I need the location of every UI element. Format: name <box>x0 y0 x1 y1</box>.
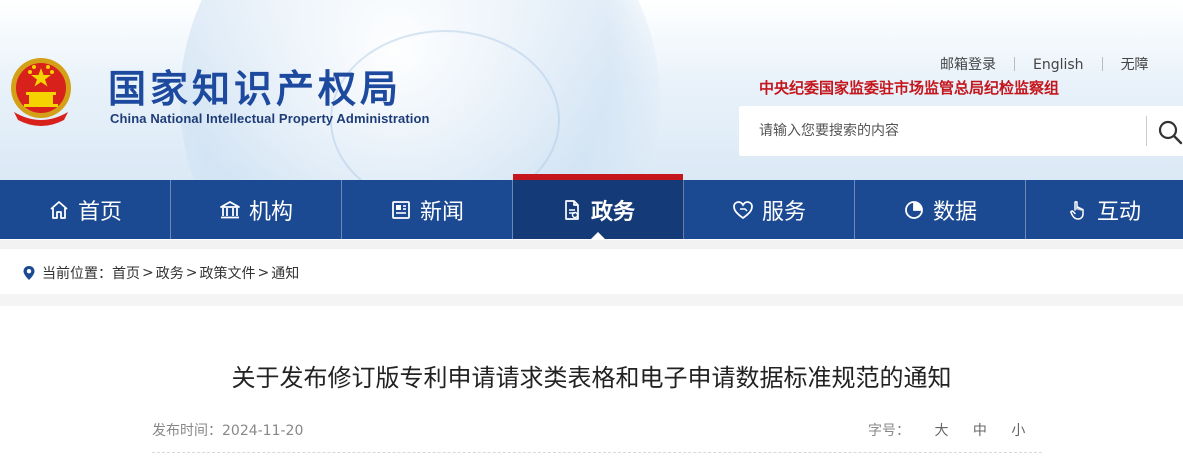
home-icon <box>50 200 68 219</box>
search-divider <box>1146 116 1147 146</box>
site-logo-chinese[interactable]: 国家知识产权局 <box>108 58 402 113</box>
article-title: 关于发布修订版专利申请请求类表格和电子申请数据标准规范的通知 <box>231 364 952 392</box>
breadcrumb-item-government-affairs[interactable]: 政务 <box>156 263 184 283</box>
search-input[interactable] <box>739 106 1144 156</box>
top-links: 邮箱登录 English 无障 <box>940 54 1149 74</box>
nav-label: 首页 <box>77 199 122 225</box>
english-link[interactable]: English <box>1033 57 1084 73</box>
font-size-controls: 字号： 大 中 小 <box>868 420 1025 440</box>
breadcrumb-prefix: 当前位置： <box>42 266 112 282</box>
link-divider <box>1014 57 1015 71</box>
nav-item-news[interactable]: 新闻 <box>342 180 513 239</box>
breadcrumb-separator: > <box>142 265 154 281</box>
search-icon[interactable] <box>1155 117 1183 147</box>
breadcrumb-bar: 当前位置： 首页 > 政务 > 政策文件 > 通知 <box>0 240 1183 294</box>
institution-icon <box>220 200 240 218</box>
nav-label: 互动 <box>1096 199 1141 225</box>
news-icon <box>392 200 410 219</box>
font-size-medium-button[interactable]: 中 <box>973 423 987 439</box>
discipline-inspection-link[interactable]: 中央纪委国家监委驻市场监管总局纪检监察组 <box>759 77 1059 98</box>
breadcrumb-top-strip <box>0 240 1183 249</box>
meta-divider <box>152 452 1042 453</box>
breadcrumb-item-notices[interactable]: 通知 <box>271 263 299 283</box>
nav-item-data[interactable]: 数据 <box>855 180 1026 239</box>
page-gap <box>0 294 1183 306</box>
nav-item-institution[interactable]: 机构 <box>171 180 342 239</box>
font-size-small-button[interactable]: 小 <box>1011 423 1025 439</box>
nav-label: 服务 <box>761 199 806 225</box>
breadcrumb-item-home[interactable]: 首页 <box>112 263 140 283</box>
accessibility-link[interactable]: 无障 <box>1121 57 1149 73</box>
location-pin-icon <box>23 266 35 280</box>
breadcrumb-item-policy-documents[interactable]: 政策文件 <box>199 263 255 283</box>
nav-item-government-affairs[interactable]: 政务 <box>513 174 684 239</box>
nav-label: 数据 <box>932 199 977 225</box>
link-divider <box>1101 57 1103 71</box>
email-login-link[interactable]: 邮箱登录 <box>940 57 996 73</box>
nav-label: 机构 <box>248 199 293 225</box>
document-icon <box>565 199 579 220</box>
site-header: 国家知识产权局 China National Intellectual Prop… <box>0 0 1183 180</box>
nav-label: 新闻 <box>419 199 464 225</box>
nav-item-service[interactable]: 服务 <box>684 180 855 239</box>
nav-label: 政务 <box>590 199 635 225</box>
hand-pointer-icon <box>1070 200 1084 220</box>
service-icon <box>733 200 753 219</box>
font-size-large-button[interactable]: 大 <box>934 423 948 439</box>
breadcrumb-separator: > <box>257 265 270 281</box>
main-nav: 首页 机构 新闻 政务 服务 数据 互动 <box>0 174 1183 239</box>
search-box <box>739 106 1183 156</box>
nav-item-home[interactable]: 首页 <box>0 180 171 239</box>
breadcrumb-separator: > <box>185 265 198 281</box>
pie-chart-icon <box>905 200 923 219</box>
publish-date: 发布时间：2024-11-20 <box>152 423 304 439</box>
breadcrumb: 当前位置： 首页 > 政务 > 政策文件 > 通知 <box>22 263 299 283</box>
site-logo-english[interactable]: China National Intellectual Property Adm… <box>110 111 430 126</box>
nav-item-interaction[interactable]: 互动 <box>1026 180 1182 239</box>
national-emblem-icon <box>11 58 71 126</box>
font-size-label: 字号： <box>868 423 910 439</box>
